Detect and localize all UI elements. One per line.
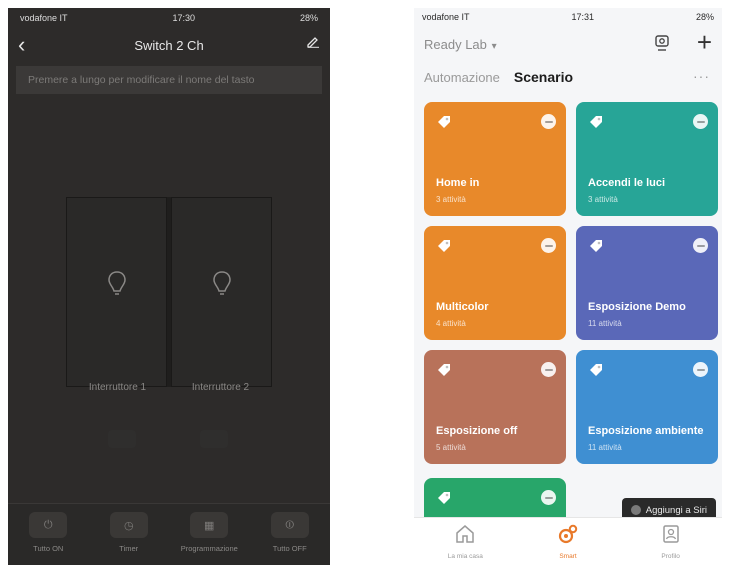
bottom-tab-bar: La mia casa Smart Profilo <box>414 517 722 565</box>
carrier-label: vodafone IT <box>422 12 470 22</box>
tag-icon <box>588 114 604 135</box>
scene-card[interactable]: Esposizione off 5 attività <box>424 350 566 464</box>
scene-name: Accendi le luci <box>588 177 666 189</box>
schedule-icon: ▦ <box>190 512 229 538</box>
tag-icon <box>436 238 452 259</box>
scene-tasks: 5 attività <box>436 443 466 452</box>
siri-icon <box>630 505 641 515</box>
more-options-icon[interactable] <box>541 114 556 129</box>
switch-label-2: Interruttore 2 <box>191 382 250 393</box>
scene-tasks: 3 attività <box>436 195 466 204</box>
tab-scenario[interactable]: Scenario <box>514 69 573 85</box>
home-name: Ready Lab <box>424 36 487 52</box>
page-dot <box>200 430 228 448</box>
more-options-icon[interactable] <box>541 362 556 377</box>
switch-labels: Interruttore 1 Interruttore 2 <box>66 382 272 393</box>
home-icon <box>454 523 476 550</box>
tag-icon <box>436 362 452 383</box>
navigation-bar: ‹ Switch 2 Ch <box>8 28 330 62</box>
scene-tasks: 11 attività <box>588 319 622 328</box>
camera-icon[interactable] <box>654 34 670 57</box>
timer-label: Timer <box>119 544 139 553</box>
more-options-icon[interactable] <box>693 114 708 129</box>
scene-card[interactable]: Multicolor 4 attività <box>424 226 566 340</box>
smart-icon <box>557 523 579 550</box>
bulb-icon <box>107 270 127 303</box>
more-options-icon[interactable] <box>541 238 556 253</box>
tab-smart-label: Smart <box>559 553 577 560</box>
tag-icon <box>436 114 452 135</box>
scene-name: Home in <box>436 177 480 189</box>
timer-icon: ◷ <box>109 512 148 538</box>
chevron-down-icon: ▾ <box>488 40 497 52</box>
more-icon[interactable]: ··· <box>693 68 710 84</box>
scene-card[interactable]: Esposizione ambiente 11 attività <box>576 350 718 464</box>
scene-grid: Home in 3 attività Accendi le luci 3 att… <box>424 102 718 464</box>
battery-label: 28% <box>695 12 714 22</box>
switch-label-1: Interruttore 1 <box>88 382 147 393</box>
more-options-icon[interactable] <box>693 238 708 253</box>
tab-automation[interactable]: Automazione <box>424 70 500 85</box>
switch-panel <box>66 197 272 387</box>
scene-tasks: 11 attività <box>588 443 622 452</box>
page-indicator <box>108 430 228 450</box>
timer-button[interactable]: ◷ Timer <box>94 512 164 553</box>
bulb-icon <box>212 270 232 303</box>
scene-tasks: 4 attività <box>436 319 466 328</box>
header: Ready Lab ▾ + <box>414 26 722 62</box>
power-off-icon: ⏼ <box>270 512 309 538</box>
more-options-icon[interactable] <box>693 362 708 377</box>
add-icon[interactable]: + <box>697 28 712 56</box>
tab-profile[interactable]: Profilo <box>631 523 711 560</box>
add-to-siri-label: Aggiungi a Siri <box>645 504 707 516</box>
switch-button-2[interactable] <box>171 197 272 387</box>
page-dot <box>108 430 136 448</box>
tab-bar-top: Automazione Scenario ··· <box>414 62 722 92</box>
smart-scenes-screen: vodafone IT 17:31 28% Ready Lab ▾ + Auto… <box>414 8 722 565</box>
screenshot-stage: vodafone IT 17:30 28% ‹ Switch 2 Ch Prem… <box>0 0 731 573</box>
tab-my-home[interactable]: La mia casa <box>425 523 505 560</box>
scene-card[interactable]: Esposizione Demo 11 attività <box>576 226 718 340</box>
status-bar: vodafone IT 17:31 28% <box>414 8 722 26</box>
home-selector[interactable]: Ready Lab ▾ <box>424 37 497 52</box>
scene-name: Esposizione off <box>436 425 518 437</box>
schedule-button[interactable]: ▦ Programmazione <box>174 512 244 553</box>
scene-name: Multicolor <box>436 301 489 313</box>
rename-hint: Premere a lungo per modificare il nome d… <box>16 66 322 94</box>
edit-icon[interactable] <box>306 34 320 53</box>
time-label: 17:31 <box>571 12 595 22</box>
all-off-label: Tutto OFF <box>272 544 307 553</box>
switch-device-screen: vodafone IT 17:30 28% ‹ Switch 2 Ch Prem… <box>8 8 330 565</box>
scene-name: Esposizione ambiente <box>588 425 704 437</box>
tab-profile-label: Profilo <box>661 553 680 560</box>
scene-card[interactable]: Home in 3 attività <box>424 102 566 216</box>
device-title: Switch 2 Ch <box>134 37 204 53</box>
schedule-label: Programmazione <box>180 544 238 553</box>
scene-tasks: 3 attività <box>588 195 618 204</box>
tag-icon <box>588 238 604 259</box>
battery-label: 28% <box>299 13 318 23</box>
profile-icon <box>660 523 682 550</box>
scene-card[interactable]: Accendi le luci 3 attività <box>576 102 718 216</box>
switch-button-1[interactable] <box>66 197 167 387</box>
more-options-icon[interactable] <box>541 490 556 505</box>
all-off-button[interactable]: ⏼ Tutto OFF <box>255 512 325 553</box>
all-on-label: Tutto ON <box>33 544 64 553</box>
tag-icon <box>588 362 604 383</box>
power-icon: ⏻ <box>29 512 68 538</box>
back-icon[interactable]: ‹ <box>18 32 25 58</box>
all-on-button[interactable]: ⏻ Tutto ON <box>13 512 83 553</box>
tab-smart[interactable]: Smart <box>528 523 608 560</box>
device-bottom-bar: ⏻ Tutto ON ◷ Timer ▦ Programmazione ⏼ Tu… <box>8 503 330 565</box>
tag-icon <box>436 490 452 511</box>
tab-my-home-label: La mia casa <box>447 553 483 560</box>
time-label: 17:30 <box>172 13 196 23</box>
carrier-label: vodafone IT <box>20 13 68 23</box>
status-bar: vodafone IT 17:30 28% <box>8 8 330 28</box>
scene-name: Esposizione Demo <box>588 301 686 313</box>
